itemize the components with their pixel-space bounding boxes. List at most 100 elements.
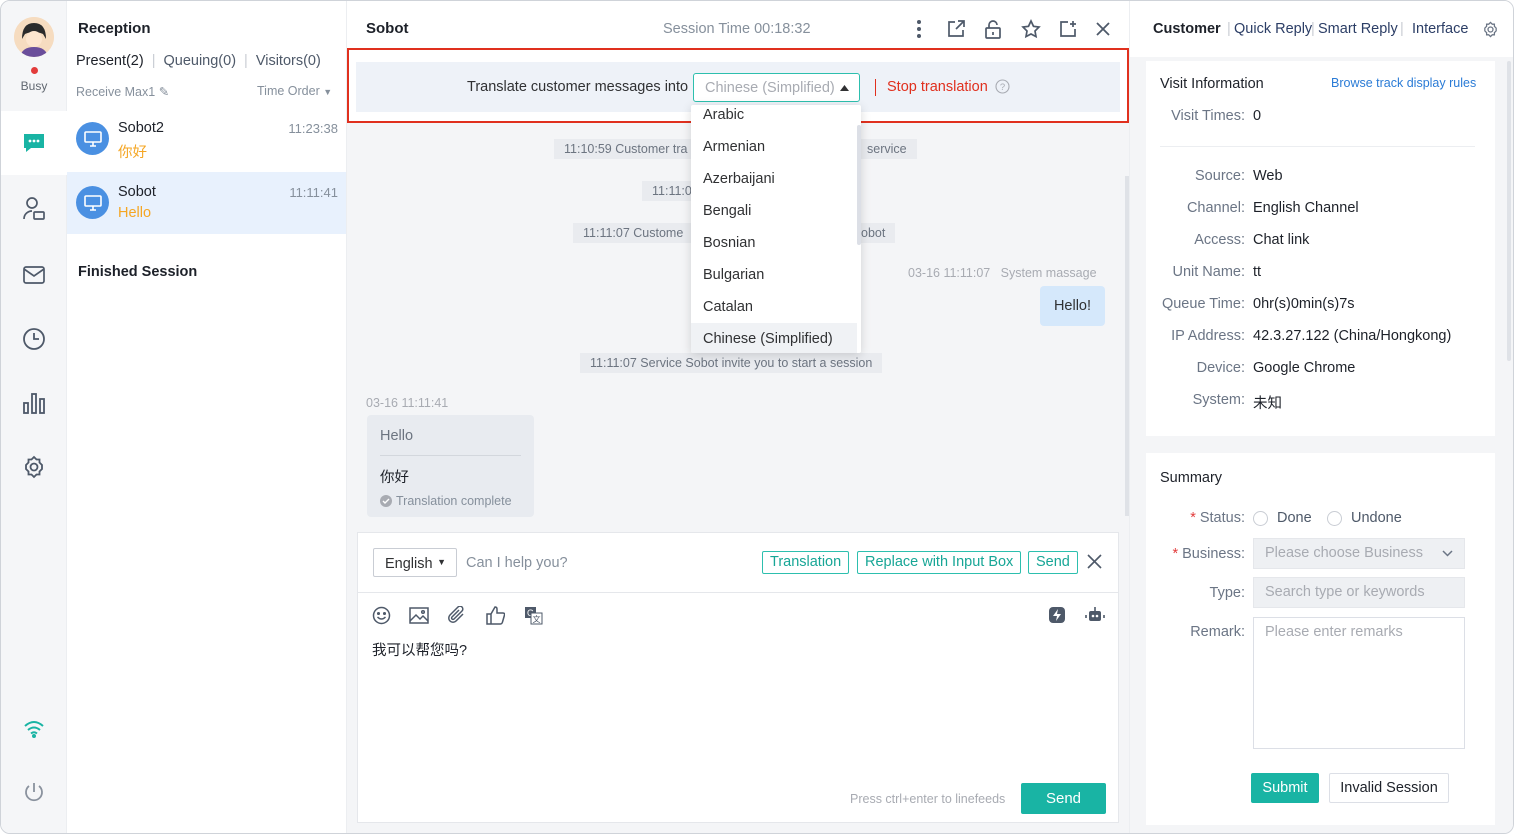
finished-session-heading[interactable]: Finished Session xyxy=(78,264,197,280)
session-time: 11:11:41 xyxy=(289,185,338,200)
edit-icon[interactable]: ✎ xyxy=(159,85,169,99)
stop-translation-link[interactable]: Stop translation ? xyxy=(875,79,1010,96)
robot-icon[interactable] xyxy=(1085,605,1105,625)
language-option[interactable]: Bulgarian xyxy=(691,259,857,291)
agent-message-bubble: Hello! xyxy=(1040,286,1105,326)
busy-status-dot xyxy=(31,67,38,74)
language-option[interactable]: Arabic xyxy=(691,105,857,131)
done-label[interactable]: Done xyxy=(1277,510,1312,526)
tab-customer[interactable]: Customer xyxy=(1153,21,1221,37)
session-item[interactable]: Sobot2 你好 11:23:38 xyxy=(67,108,346,170)
business-placeholder: Please choose Business xyxy=(1265,545,1423,561)
chat-customer-name: Sobot xyxy=(366,20,409,37)
done-radio[interactable] xyxy=(1253,511,1268,526)
receive-max-label: Receive Max1 xyxy=(76,85,156,99)
divider xyxy=(1160,146,1475,147)
linefeed-hint: Press ctrl+enter to linefeeds xyxy=(850,792,1006,806)
visit-info-value: 0hr(s)0min(s)7s xyxy=(1253,296,1355,312)
type-search-input[interactable]: Search type or keywords xyxy=(1253,577,1465,608)
power-icon[interactable] xyxy=(18,776,50,808)
replace-input-button[interactable]: Replace with Input Box xyxy=(857,551,1022,574)
undone-radio[interactable] xyxy=(1327,511,1342,526)
translate-language-select[interactable]: Chinese (Simplified) xyxy=(693,73,860,102)
session-time: Session Time 00:18:32 xyxy=(663,21,811,37)
remark-placeholder: Please enter remarks xyxy=(1265,624,1403,640)
session-item-selected[interactable]: Sobot Hello 11:11:41 xyxy=(67,172,346,234)
svg-text:文: 文 xyxy=(532,614,540,624)
original-text: Hello xyxy=(380,428,414,444)
chat-icon[interactable] xyxy=(18,127,50,159)
message-meta: 03-16 11:11:07 System massage xyxy=(908,266,1097,280)
tab-separator: | xyxy=(1400,21,1404,37)
statistics-icon[interactable] xyxy=(18,387,50,419)
undone-label[interactable]: Undone xyxy=(1351,510,1402,526)
tab-queuing[interactable]: Queuing(0) xyxy=(163,53,236,69)
close-icon[interactable] xyxy=(1092,18,1114,40)
target-language-select[interactable]: English ▼ xyxy=(373,548,457,577)
agent-avatar[interactable] xyxy=(14,17,54,57)
emoji-icon[interactable] xyxy=(371,605,391,625)
close-translation-icon[interactable] xyxy=(1087,554,1102,574)
summary-title: Summary xyxy=(1160,470,1223,486)
time-order-dropdown[interactable]: Time Order ▼ xyxy=(257,84,332,98)
session-time: 11:23:38 xyxy=(288,121,338,136)
image-icon[interactable] xyxy=(409,605,429,625)
language-option[interactable]: Catalan xyxy=(691,291,857,323)
chevron-down-icon xyxy=(1442,550,1453,557)
add-window-icon[interactable] xyxy=(1057,18,1079,40)
language-option-selected[interactable]: Chinese (Simplified) xyxy=(691,323,857,353)
more-icon[interactable] xyxy=(908,18,930,40)
visit-info-value: Google Chrome xyxy=(1253,360,1356,376)
quick-reply-icon[interactable] xyxy=(1047,605,1067,625)
help-icon[interactable]: ? xyxy=(995,79,1010,94)
language-option[interactable]: Bosnian xyxy=(691,227,857,259)
svg-text:?: ? xyxy=(1000,82,1005,93)
language-option[interactable]: Azerbaijani xyxy=(691,163,857,195)
tab-separator: | xyxy=(1227,21,1231,37)
invalid-session-button[interactable]: Invalid Session xyxy=(1329,773,1449,803)
caret-down-icon: ▼ xyxy=(323,87,333,97)
attachment-icon[interactable] xyxy=(447,605,467,625)
panel-tabs: Customer | Quick Reply | Smart Reply | I… xyxy=(1130,1,1513,57)
tab-interface[interactable]: Interface xyxy=(1412,21,1468,37)
language-option[interactable]: Bengali xyxy=(691,195,857,227)
transfer-icon[interactable] xyxy=(945,18,967,40)
nav-rail: Busy xyxy=(1,1,67,833)
session-last-message: 你好 xyxy=(118,145,147,161)
message-input[interactable]: 我可以帮您吗? xyxy=(372,639,467,660)
visit-info-value: 42.3.27.122 (China/Hongkong) xyxy=(1253,328,1452,344)
system-line: 11:11:07 Service Sobot invite you to sta… xyxy=(580,353,883,373)
star-icon[interactable] xyxy=(1020,18,1042,40)
send-button[interactable]: Send xyxy=(1021,783,1106,814)
history-icon[interactable] xyxy=(18,323,50,355)
panel-settings-icon[interactable] xyxy=(1482,21,1499,43)
translate-icon[interactable]: G文 xyxy=(523,605,543,625)
type-placeholder: Search type or keywords xyxy=(1265,584,1425,600)
send-translation-button[interactable]: Send xyxy=(1028,551,1078,574)
unlock-icon[interactable] xyxy=(982,18,1004,40)
tab-smart-reply[interactable]: Smart Reply xyxy=(1318,21,1398,37)
panel-scrollbar[interactable] xyxy=(1507,61,1511,361)
divider xyxy=(380,455,521,456)
mail-icon[interactable] xyxy=(18,259,50,291)
language-option[interactable]: Armenian xyxy=(691,131,857,163)
customer-message-bubble: Hello 你好 Translation complete xyxy=(367,415,534,517)
customer-icon[interactable] xyxy=(18,193,50,225)
translate-language-value: Chinese (Simplified) xyxy=(705,80,835,96)
settings-icon[interactable] xyxy=(18,451,50,483)
thumbs-up-icon[interactable] xyxy=(485,605,505,625)
receive-max[interactable]: Receive Max1 ✎ xyxy=(76,84,169,99)
agent-status[interactable]: Busy xyxy=(1,79,67,93)
reception-title: Reception xyxy=(78,20,151,37)
dropdown-scrollbar[interactable] xyxy=(857,125,861,245)
translation-button[interactable]: Translation xyxy=(762,551,850,574)
tab-visitors[interactable]: Visitors(0) xyxy=(256,53,321,69)
business-select[interactable]: Please choose Business xyxy=(1253,538,1465,569)
tab-present[interactable]: Present(2) xyxy=(76,53,144,69)
submit-button[interactable]: Submit xyxy=(1251,773,1319,803)
browse-track-rules-link[interactable]: Browse track display rules xyxy=(1331,76,1476,90)
tab-quick-reply[interactable]: Quick Reply xyxy=(1234,21,1312,37)
visit-info-value: Web xyxy=(1253,168,1283,184)
remark-textarea[interactable]: Please enter remarks xyxy=(1253,617,1465,749)
app-window: Busy Reception Present(2) | Queuing(0) | Vis… xyxy=(0,0,1514,834)
